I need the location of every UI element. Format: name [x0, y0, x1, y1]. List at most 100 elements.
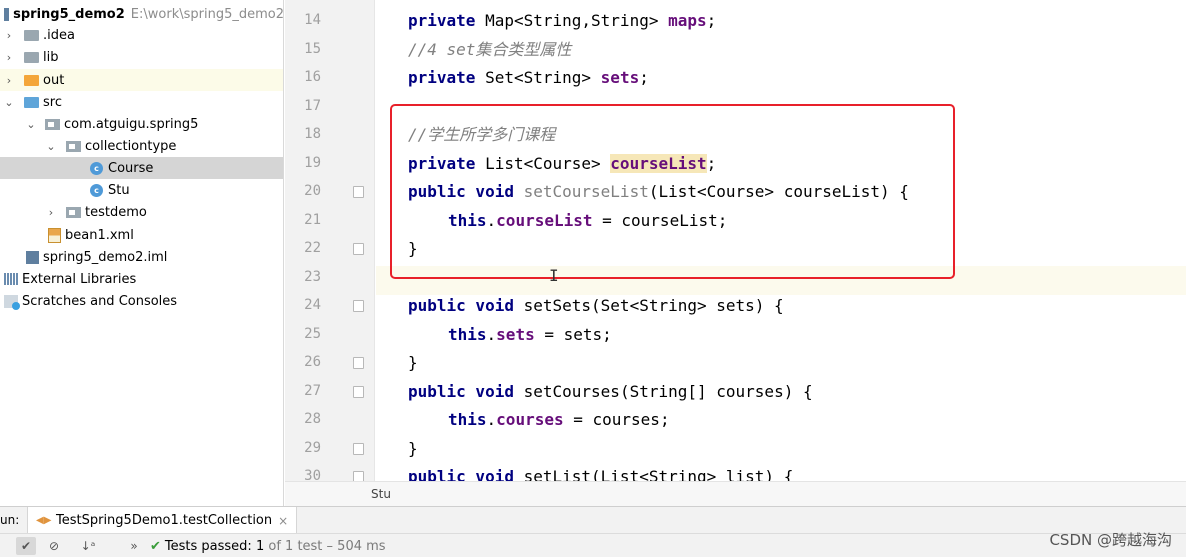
more-button[interactable]: »: [124, 537, 144, 555]
code-keyword: public void: [408, 381, 514, 401]
chevron-right-icon[interactable]: ›: [2, 29, 16, 42]
code-keyword: public void: [408, 296, 514, 315]
fold-marker-icon[interactable]: [353, 385, 364, 398]
code-type: Map<String,String>: [475, 11, 669, 30]
code-line[interactable]: private List<Course> courseList;: [408, 153, 716, 174]
tree-item-label: spring5_demo2.iml: [43, 249, 168, 265]
code-text: ;: [706, 11, 717, 30]
fold-marker-icon[interactable]: [353, 442, 364, 455]
code-text: (List<String> list) {: [591, 467, 794, 481]
line-number: 27: [304, 382, 321, 399]
chevron-down-icon[interactable]: ⌄: [2, 96, 16, 109]
test-status: ✔ Tests passed: 1 of 1 test – 504 ms: [150, 539, 386, 554]
code-editor[interactable]: 14 15 16 17 18 19 20 21 22 23 24 25 26 27 28 29 30 priva…: [285, 0, 1186, 481]
code-line[interactable]: }: [408, 439, 418, 459]
tree-item-collectiontype[interactable]: ⌄ collectiontype: [0, 135, 283, 157]
package-icon: [45, 118, 60, 130]
tree-item-course[interactable]: c Course: [0, 157, 283, 179]
chevron-right-icon[interactable]: ›: [2, 74, 16, 87]
code-text: }: [408, 438, 418, 458]
line-number: 14: [304, 12, 321, 28]
code-method-name: setSets: [513, 296, 592, 315]
tree-item-label: testdemo: [85, 204, 147, 220]
tree-item-idea[interactable]: › .idea: [0, 24, 283, 46]
folder-icon: [24, 51, 39, 63]
run-toolbar: ✔ ⊘ ↓ᵃ » ✔ Tests passed: 1 of 1 test – 50…: [0, 533, 1186, 557]
line-number: 22: [304, 240, 321, 256]
breadcrumb-item-stu[interactable]: Stu: [371, 487, 391, 501]
code-line[interactable]: private Set<String> sets;: [408, 68, 649, 88]
line-number: 20: [304, 183, 321, 199]
fold-marker-icon[interactable]: [353, 243, 364, 255]
tree-item-stu[interactable]: c Stu: [0, 179, 283, 201]
tree-item-out[interactable]: › out: [0, 69, 283, 91]
tree-item-testdemo[interactable]: › testdemo: [0, 201, 283, 223]
code-text: = courseList;: [592, 210, 728, 230]
chevron-right-icon[interactable]: ›: [44, 206, 58, 219]
code-field: sets: [496, 324, 535, 344]
line-number: 26: [304, 354, 321, 370]
run-config-tab[interactable]: ◀▶ TestSpring5Demo1.testCollection ×: [27, 507, 298, 534]
class-icon: c: [90, 161, 103, 175]
code-line[interactable]: public void setCourseList(List<Course> c…: [408, 182, 909, 202]
tree-item-src[interactable]: ⌄ src: [0, 91, 283, 113]
close-icon[interactable]: ×: [278, 514, 288, 528]
code-keyword: this: [448, 410, 487, 429]
chevron-double-right-icon: »: [130, 539, 138, 553]
code-punct: .: [486, 324, 497, 344]
tree-item-label: Scratches and Consoles: [22, 293, 178, 309]
watermark: CSDN @跨越海沟: [1049, 531, 1172, 549]
show-ignored-button[interactable]: ⊘: [44, 537, 64, 555]
tree-item-external-libraries[interactable]: External Libraries: [0, 268, 283, 290]
tree-item-scratches[interactable]: Scratches and Consoles: [0, 290, 283, 312]
show-passed-button[interactable]: ✔: [16, 537, 36, 555]
code-line[interactable]: public void setList(List<String> list) {: [408, 467, 793, 481]
tree-item-label: com.atguigu.spring5: [64, 116, 199, 132]
tree-item-package[interactable]: ⌄ com.atguigu.spring5: [0, 113, 283, 135]
source-folder-icon: [24, 96, 39, 108]
tree-item-label: External Libraries: [22, 271, 137, 287]
tree-item-lib[interactable]: › lib: [0, 46, 283, 68]
code-line[interactable]: this.courses = courses;: [448, 410, 670, 430]
code-line[interactable]: public void setSets(Set<String> sets) {: [408, 296, 784, 316]
code-line[interactable]: }: [408, 239, 418, 259]
status-suffix: of 1 test – 504 ms: [268, 539, 386, 554]
code-line[interactable]: }: [408, 353, 418, 373]
tree-item-bean1-xml[interactable]: bean1.xml: [0, 224, 283, 246]
fold-marker-icon[interactable]: [353, 357, 364, 369]
sort-alpha-button[interactable]: ↓ᵃ: [78, 537, 98, 555]
code-line[interactable]: this.sets = sets;: [448, 325, 612, 345]
code-field: sets: [600, 68, 640, 87]
tree-item-label: out: [43, 72, 65, 88]
status-count: 1: [255, 539, 265, 554]
code-text: }: [408, 353, 418, 372]
code-field: courseList: [496, 210, 593, 230]
line-number: 24: [304, 297, 321, 313]
code-text: }: [408, 239, 418, 258]
breadcrumb: Stu: [285, 481, 1186, 506]
fold-marker-icon[interactable]: [353, 300, 364, 312]
line-number: 21: [304, 211, 321, 228]
tree-item-project-root[interactable]: spring5_demo2 E:\work\spring5_demo2: [0, 3, 283, 25]
library-icon: [4, 273, 18, 285]
code-line[interactable]: private Map<String,String> maps;: [408, 11, 716, 31]
line-number: 17: [304, 97, 321, 114]
tree-item-label: bean1.xml: [65, 227, 134, 243]
tree-item-iml[interactable]: spring5_demo2.iml: [0, 246, 283, 268]
code-line[interactable]: //4 set集合类型属性: [408, 40, 571, 60]
code-line[interactable]: //学生所学多门课程: [408, 125, 555, 145]
code-line[interactable]: public void setCourses(String[] courses)…: [408, 382, 813, 402]
chevron-right-icon[interactable]: ›: [2, 51, 16, 64]
fold-marker-icon[interactable]: [353, 471, 364, 481]
code-type: Set<String>: [475, 68, 601, 87]
tree-item-label: .idea: [43, 27, 75, 43]
code-type: List<Course>: [475, 153, 611, 173]
code-punct: .: [486, 210, 497, 230]
chevron-down-icon[interactable]: ⌄: [44, 140, 58, 153]
current-line-highlight: [376, 266, 1186, 295]
fold-marker-icon[interactable]: [353, 186, 364, 198]
code-method-name: setList: [513, 467, 592, 481]
tree-item-label: lib: [43, 49, 59, 65]
code-line[interactable]: this.courseList = courseList;: [448, 211, 727, 231]
chevron-down-icon[interactable]: ⌄: [24, 118, 38, 131]
